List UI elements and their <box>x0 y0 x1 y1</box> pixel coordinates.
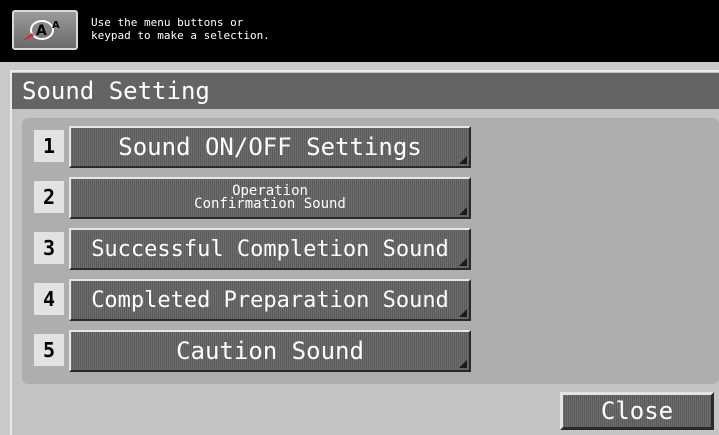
completed-preparation-sound-button[interactable]: Completed Preparation Sound <box>69 279 471 321</box>
sound-on-off-settings-button[interactable]: Sound ON/OFF Settings <box>69 126 471 168</box>
accessibility-icon: A A <box>22 20 60 41</box>
operation-confirmation-sound-button[interactable]: Operation Confirmation Sound <box>69 177 471 219</box>
menu-number: 1 <box>34 130 64 162</box>
menu-number: 3 <box>34 232 64 264</box>
close-button[interactable]: Close <box>560 392 714 430</box>
menu-number: 4 <box>34 283 64 315</box>
page-title: Sound Setting <box>12 73 719 109</box>
menu-number: 2 <box>34 181 64 213</box>
successful-completion-sound-button[interactable]: Successful Completion Sound <box>69 228 471 270</box>
accessibility-button[interactable]: A A <box>12 10 78 50</box>
instruction-message: Use the menu buttons or keypad to make a… <box>91 16 270 42</box>
caution-sound-button[interactable]: Caution Sound <box>69 330 471 372</box>
svg-text:A: A <box>52 20 60 31</box>
svg-text:A: A <box>36 23 47 39</box>
menu-number: 5 <box>34 334 64 366</box>
message-bar: A A Use the menu buttons or keypad to ma… <box>0 0 719 62</box>
